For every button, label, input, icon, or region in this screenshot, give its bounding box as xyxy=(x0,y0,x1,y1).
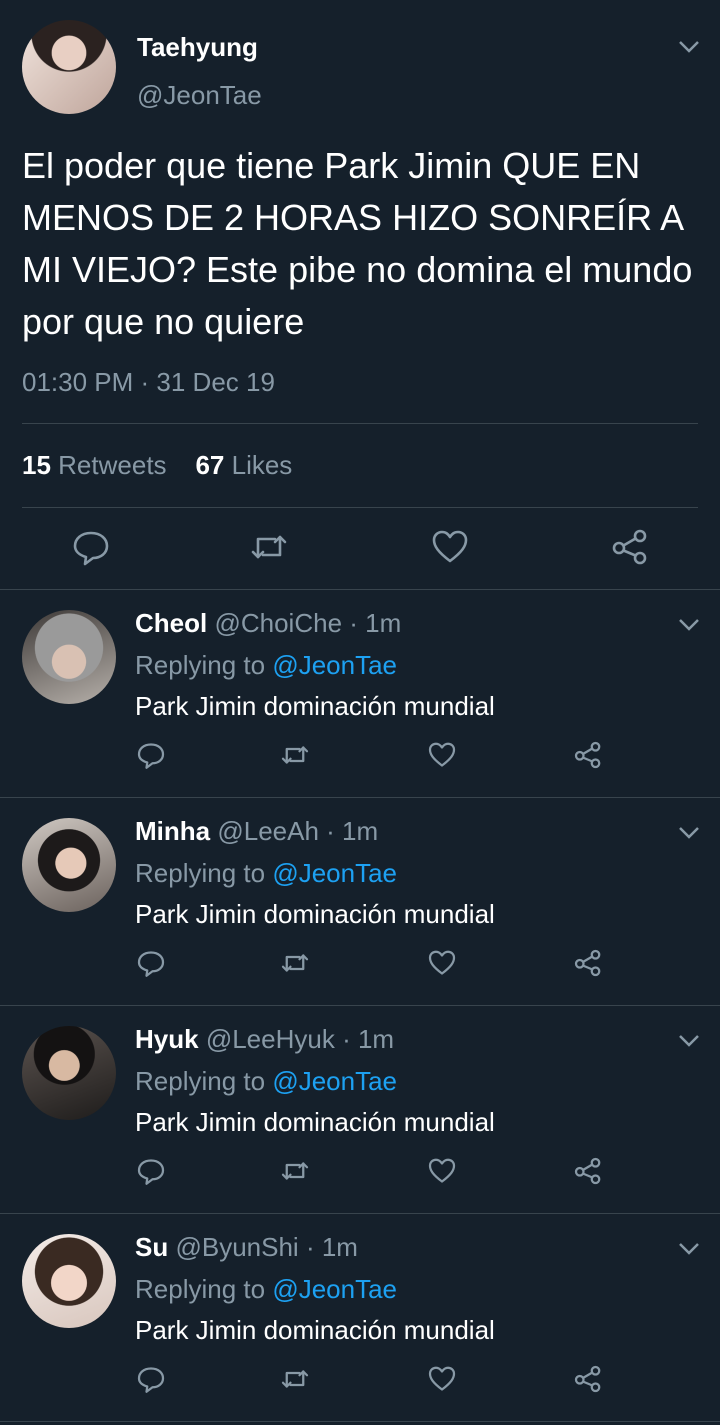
reply-author-name[interactable]: Cheol xyxy=(135,608,207,638)
retweet-icon[interactable] xyxy=(280,948,320,988)
mention-link[interactable]: @JeonTae xyxy=(272,650,397,680)
chevron-down-icon[interactable] xyxy=(678,618,700,632)
reply-actions xyxy=(0,1156,720,1196)
mention-link[interactable]: @JeonTae xyxy=(272,1066,397,1096)
chevron-down-icon[interactable] xyxy=(678,826,700,840)
reply-header: Minha @LeeAh · 1m xyxy=(135,816,378,847)
avatar[interactable] xyxy=(22,20,116,114)
like-icon[interactable] xyxy=(427,740,467,780)
mention-link[interactable]: @JeonTae xyxy=(272,858,397,888)
avatar[interactable] xyxy=(22,1234,116,1328)
reply-author-name[interactable]: Su xyxy=(135,1232,168,1262)
tweet-text: El poder que tiene Park Jimin QUE EN MEN… xyxy=(22,145,693,342)
replying-label: Replying to xyxy=(135,650,266,680)
chevron-down-icon[interactable] xyxy=(678,40,700,54)
share-icon[interactable] xyxy=(573,740,613,780)
reply-icon[interactable] xyxy=(136,740,176,780)
reply-actions xyxy=(0,1364,720,1404)
avatar[interactable] xyxy=(22,610,116,704)
tweet-actions xyxy=(0,527,720,571)
reply-text: Park Jimin dominación mundial xyxy=(135,691,495,721)
author-handle[interactable]: @JeonTae xyxy=(137,80,262,111)
chevron-down-icon[interactable] xyxy=(678,1242,700,1256)
author-name[interactable]: Taehyung xyxy=(137,32,258,63)
replying-label: Replying to xyxy=(135,1274,266,1304)
retweet-icon[interactable] xyxy=(280,1156,320,1196)
reply-icon[interactable] xyxy=(136,1364,176,1404)
reply-icon[interactable] xyxy=(71,527,111,567)
retweet-icon[interactable] xyxy=(249,527,289,567)
retweets-stat[interactable]: 15 Retweets xyxy=(22,450,167,480)
reply-actions xyxy=(0,948,720,988)
divider xyxy=(22,507,698,508)
reply-text: Park Jimin dominación mundial xyxy=(135,1107,495,1137)
share-icon[interactable] xyxy=(610,527,650,567)
reply-header: Su @ByunShi · 1m xyxy=(135,1232,358,1263)
avatar[interactable] xyxy=(22,818,116,912)
reply-author-name[interactable]: Hyuk xyxy=(135,1024,199,1054)
likes-stat[interactable]: 67 Likes xyxy=(195,450,292,480)
reply-text: Park Jimin dominación mundial xyxy=(135,1315,495,1345)
reply-time: · 1m xyxy=(342,1024,395,1054)
likes-count: 67 xyxy=(195,450,225,480)
reply-tweet[interactable]: Cheol @ChoiChe · 1m Replying to @JeonTae… xyxy=(0,590,720,798)
retweet-icon[interactable] xyxy=(280,740,320,780)
reply-tweet[interactable]: Minha @LeeAh · 1m Replying to @JeonTae P… xyxy=(0,798,720,1006)
share-icon[interactable] xyxy=(573,948,613,988)
reply-author-handle[interactable]: @LeeAh xyxy=(217,816,319,846)
like-icon[interactable] xyxy=(427,1156,467,1196)
replying-label: Replying to xyxy=(135,1066,266,1096)
like-icon[interactable] xyxy=(430,527,470,567)
chevron-down-icon[interactable] xyxy=(678,1034,700,1048)
retweet-icon[interactable] xyxy=(280,1364,320,1404)
reply-icon[interactable] xyxy=(136,1156,176,1196)
share-icon[interactable] xyxy=(573,1156,613,1196)
replying-to: Replying to @JeonTae xyxy=(135,1066,397,1097)
like-icon[interactable] xyxy=(427,1364,467,1404)
reply-header: Cheol @ChoiChe · 1m xyxy=(135,608,401,639)
like-icon[interactable] xyxy=(427,948,467,988)
avatar[interactable] xyxy=(22,1026,116,1120)
reply-author-name[interactable]: Minha xyxy=(135,816,210,846)
retweets-label: Retweets xyxy=(58,450,167,480)
reply-icon[interactable] xyxy=(136,948,176,988)
reply-text: Park Jimin dominación mundial xyxy=(135,899,495,929)
reply-time: · 1m xyxy=(326,816,379,846)
replying-to: Replying to @JeonTae xyxy=(135,1274,397,1305)
divider xyxy=(0,1421,720,1422)
replying-label: Replying to xyxy=(135,858,266,888)
reply-time: · 1m xyxy=(305,1232,358,1262)
reply-author-handle[interactable]: @ByunShi xyxy=(175,1232,298,1262)
tweet-timestamp: 01:30 PM · 31 Dec 19 xyxy=(22,367,275,397)
divider xyxy=(22,423,698,424)
replying-to: Replying to @JeonTae xyxy=(135,650,397,681)
replying-to: Replying to @JeonTae xyxy=(135,858,397,889)
mention-link[interactable]: @JeonTae xyxy=(272,1274,397,1304)
reply-actions xyxy=(0,740,720,780)
reply-header: Hyuk @LeeHyuk · 1m xyxy=(135,1024,394,1055)
reply-tweet[interactable]: Su @ByunShi · 1m Replying to @JeonTae Pa… xyxy=(0,1214,720,1422)
share-icon[interactable] xyxy=(573,1364,613,1404)
tweet-stats: 15 Retweets 67 Likes xyxy=(22,450,292,481)
reply-author-handle[interactable]: @ChoiChe xyxy=(214,608,342,638)
reply-time: · 1m xyxy=(349,608,402,638)
likes-label: Likes xyxy=(231,450,293,480)
reply-tweet[interactable]: Hyuk @LeeHyuk · 1m Replying to @JeonTae … xyxy=(0,1006,720,1214)
retweets-count: 15 xyxy=(22,450,51,480)
reply-author-handle[interactable]: @LeeHyuk xyxy=(206,1024,335,1054)
